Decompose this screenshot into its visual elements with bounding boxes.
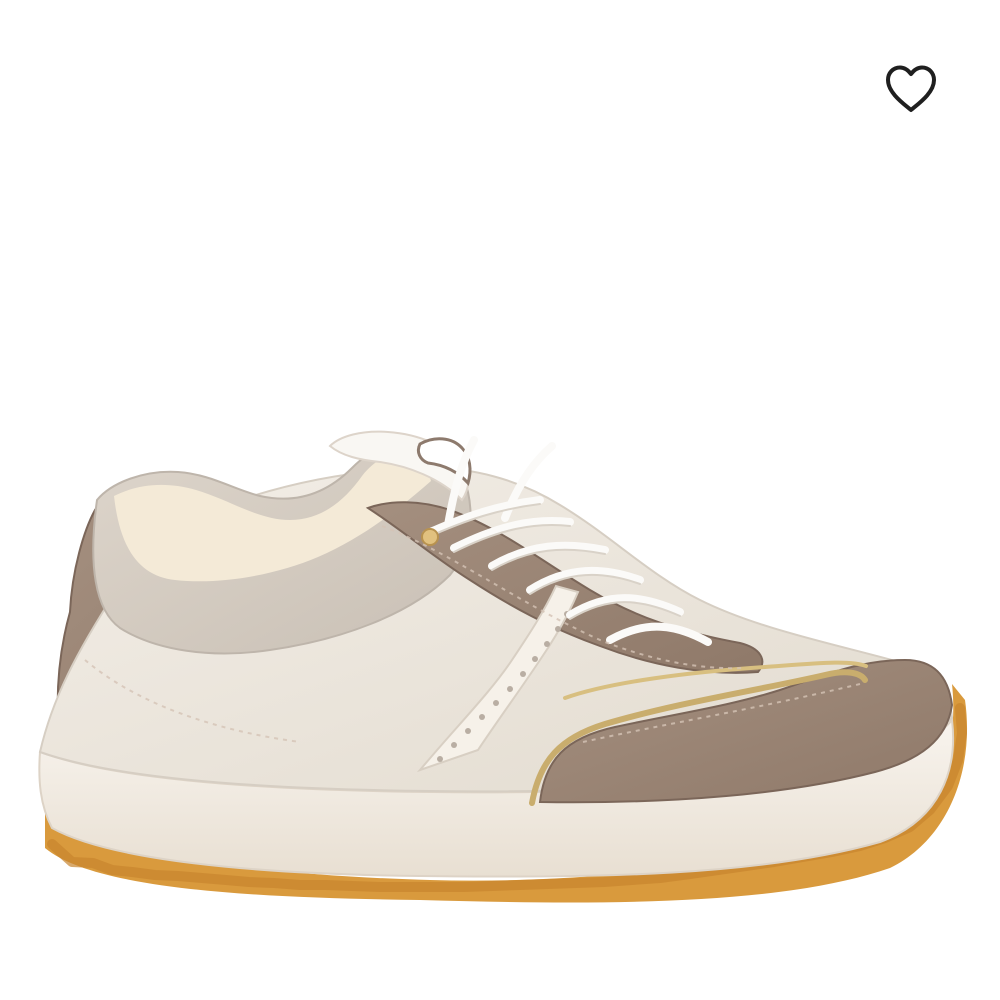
wishlist-button[interactable] [878, 58, 944, 120]
eyelet [421, 528, 439, 546]
product-image [38, 430, 968, 903]
heart-icon [886, 65, 936, 112]
product-card [0, 0, 1000, 1000]
